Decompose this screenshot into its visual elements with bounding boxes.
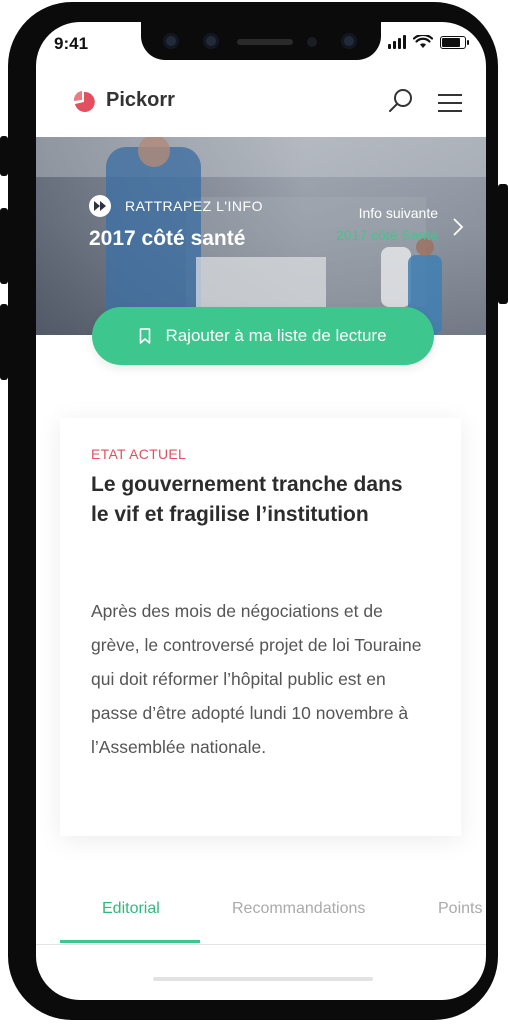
front-camera-icon <box>341 33 357 49</box>
app-header: Pickorr <box>36 82 486 137</box>
pickorr-logo-icon <box>73 91 95 112</box>
wifi-icon <box>413 35 433 48</box>
next-info-label[interactable]: Info suivante <box>359 205 438 221</box>
volume-down-button <box>0 304 8 380</box>
hero-kicker-text: RATTRAPEZ L'INFO <box>125 198 263 214</box>
cta-label: Rajouter à ma liste de lecture <box>165 326 387 345</box>
power-button <box>498 184 508 304</box>
fast-forward-icon <box>89 195 111 217</box>
add-to-reading-list-button[interactable]: Rajouter à ma liste de lecture <box>92 307 434 365</box>
sensor-dot <box>307 37 317 47</box>
mute-switch <box>0 136 8 176</box>
status-icons <box>388 35 469 49</box>
article-body: Après des mois de négociations et de grè… <box>91 601 422 757</box>
screen: 9:41 Pickorr RATTRAPEZ L'INFO 2017 côté … <box>36 22 486 1000</box>
camera-icon <box>203 33 219 49</box>
volume-up-button <box>0 208 8 284</box>
content-tabs: Editorial Recommandations Points <box>36 888 486 945</box>
status-time: 9:41 <box>54 34 89 53</box>
speaker-grille <box>237 39 293 45</box>
bookmark-icon <box>140 328 151 344</box>
next-info-title[interactable]: 2017 côté Santé <box>336 227 438 243</box>
cellular-signal-icon <box>388 35 406 49</box>
tab-recommandations[interactable]: Recommandations <box>232 900 365 918</box>
camera-icon <box>163 33 179 49</box>
hero-title: 2017 côté santé <box>89 227 246 250</box>
hero-banner[interactable]: RATTRAPEZ L'INFO 2017 côté santé Info su… <box>36 137 486 335</box>
article-card[interactable]: ETAT ACTUEL Le gouvernement tranche dans… <box>60 418 461 836</box>
hamburger-menu-icon[interactable] <box>437 93 463 113</box>
article-title: Le gouvernement tranche dans le vif et f… <box>91 473 403 526</box>
article-kicker: ETAT ACTUEL <box>91 446 187 462</box>
hero-kicker: RATTRAPEZ L'INFO <box>89 195 263 217</box>
notch <box>141 22 381 60</box>
tab-editorial[interactable]: Editorial <box>102 900 160 918</box>
brand-name: Pickorr <box>106 89 175 111</box>
home-indicator[interactable] <box>153 977 373 981</box>
active-tab-indicator <box>60 940 200 943</box>
chevron-right-icon[interactable] <box>452 217 464 237</box>
tab-points[interactable]: Points <box>438 900 482 918</box>
phone-frame: 9:41 Pickorr RATTRAPEZ L'INFO 2017 côté … <box>8 2 498 1020</box>
battery-icon <box>440 36 469 49</box>
search-icon[interactable] <box>388 88 414 114</box>
